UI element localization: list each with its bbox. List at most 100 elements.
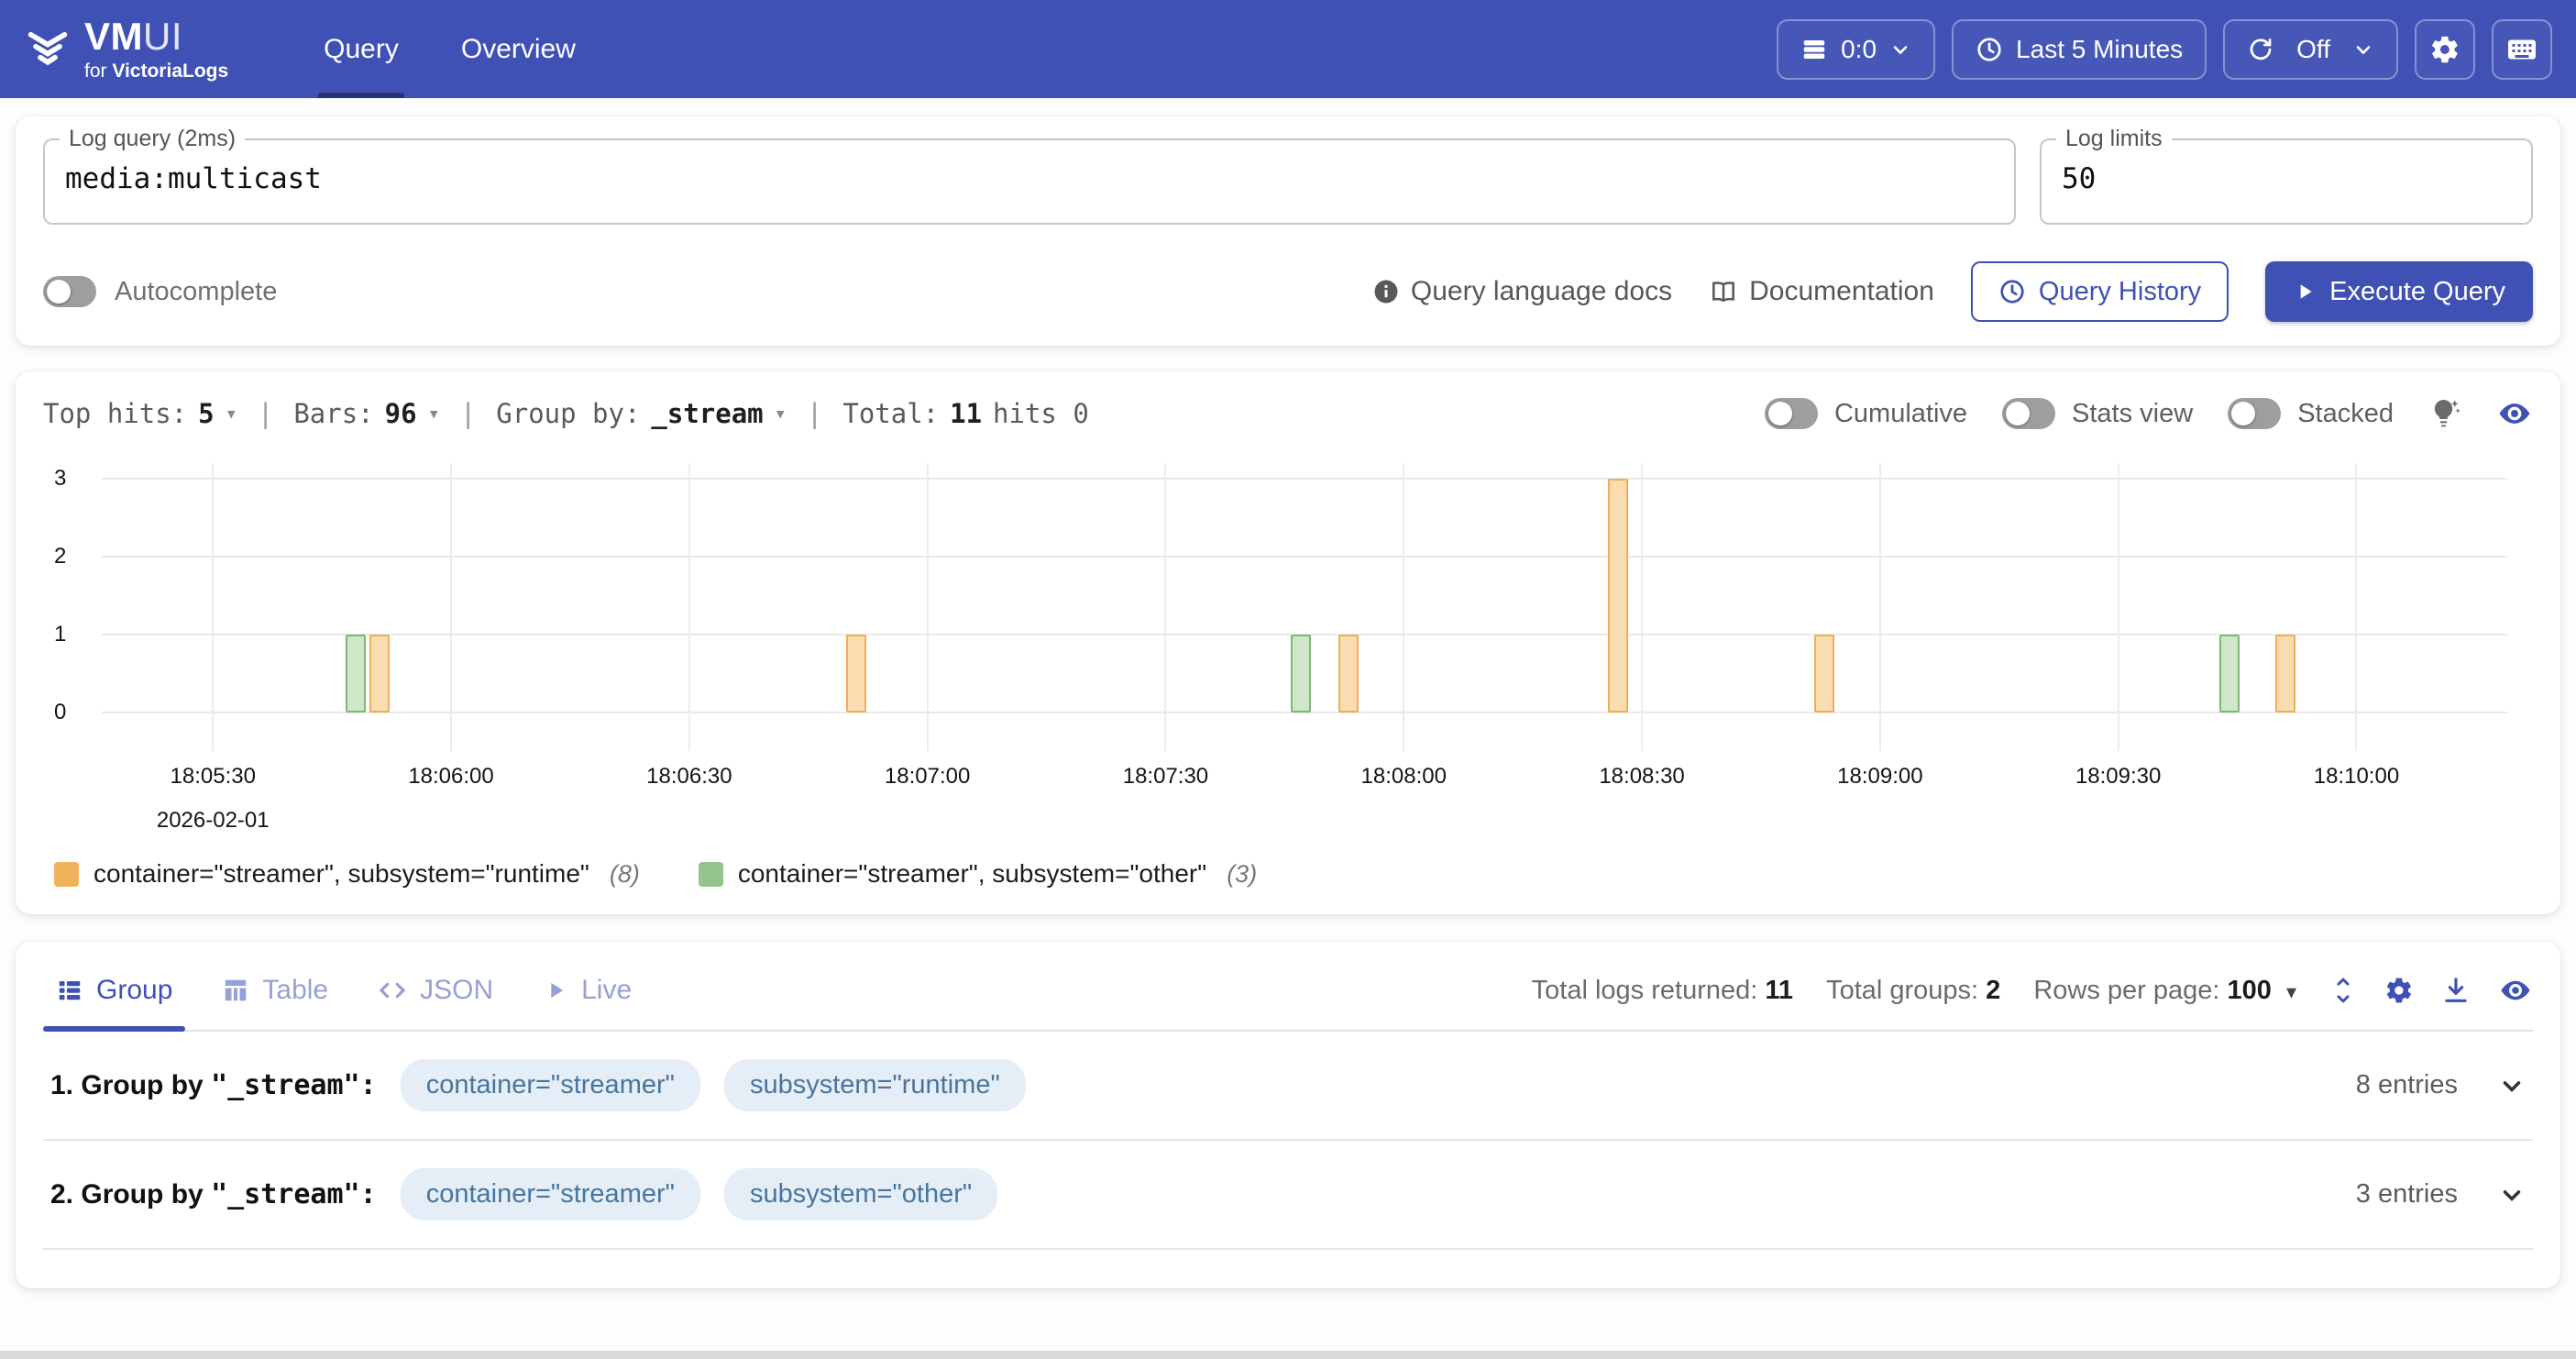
navbar: VMUI for VictoriaLogs Query Overview 0:0… (0, 0, 2576, 98)
tab-json[interactable]: JSON (365, 951, 506, 1030)
autocomplete-toggle[interactable] (43, 276, 96, 307)
settings-button[interactable] (2415, 19, 2475, 80)
chart-plot[interactable]: 012318:05:302026-02-0118:06:0018:06:3018… (102, 463, 2507, 713)
y-gridline (102, 478, 2507, 480)
main-nav: Query Overview (292, 0, 607, 98)
tenant-value: 0:0 (1841, 35, 1877, 64)
fields-visibility-button[interactable] (2498, 973, 2533, 1008)
book-icon (1709, 277, 1738, 306)
stream-pill[interactable]: container="streamer" (401, 1059, 700, 1111)
chart-panel: Top hits: 5 ▾ | Bars: 96 ▾ | Group by: _… (16, 371, 2560, 914)
x-tick-label: 18:09:30 (2075, 764, 2161, 790)
tab-live[interactable]: Live (530, 951, 644, 1030)
chart-bar (1814, 635, 1834, 713)
lightbulb-sparkle-icon (2428, 397, 2461, 430)
legend-swatch-other (699, 862, 723, 887)
chevron-down-icon: ▾ (226, 403, 237, 425)
chevron-down-icon (1889, 39, 1911, 61)
legend-item-other[interactable]: container="streamer", subsystem="other" … (699, 859, 1257, 889)
x-gridline (1403, 463, 1404, 751)
chevron-down-icon: ▾ (2286, 980, 2296, 1003)
stream-pill[interactable]: subsystem="other" (724, 1168, 997, 1221)
execute-query-button[interactable]: Execute Query (2265, 261, 2533, 322)
nav-tab-overview-label: Overview (461, 34, 576, 65)
x-tick-label: 18:05:30 (171, 764, 256, 790)
app-title: VMUI (84, 17, 228, 56)
query-history-button[interactable]: Query History (1971, 261, 2229, 322)
tips-button[interactable] (2428, 397, 2461, 430)
cumulative-toggle[interactable] (1765, 398, 1818, 429)
gear-icon (2384, 976, 2414, 1005)
stats-view-label: Stats view (2072, 399, 2193, 429)
total-hits-readout: Total: 11 hits 0 (842, 398, 1088, 429)
y-tick-label: 2 (54, 544, 66, 569)
chart-legend: container="streamer", subsystem="runtime… (54, 859, 2533, 889)
log-limits-input[interactable] (2062, 162, 2511, 195)
shortcuts-button[interactable] (2492, 19, 2552, 80)
chart-bar (1291, 635, 1311, 713)
stream-pill[interactable]: subsystem="runtime" (724, 1059, 1026, 1111)
clock-icon (1976, 36, 2003, 63)
nav-tab-overview[interactable]: Overview (430, 0, 607, 98)
stats-view-toggle[interactable] (2002, 398, 2055, 429)
table-icon (222, 977, 249, 1004)
bars-selector[interactable]: Bars: 96 ▾ (293, 398, 439, 429)
refresh-icon (2247, 36, 2274, 63)
chevron-down-icon: ▾ (428, 403, 440, 425)
time-range-button[interactable]: Last 5 Minutes (1952, 19, 2207, 80)
separator: | (460, 398, 476, 429)
y-tick-label: 3 (54, 466, 66, 492)
display-settings-button[interactable] (2384, 976, 2414, 1005)
expand-all-button[interactable] (2329, 977, 2357, 1004)
log-query-fieldset: Log query (2ms) (43, 138, 2016, 225)
unfold-icon (2329, 977, 2357, 1004)
cumulative-label: Cumulative (1834, 399, 1967, 429)
tab-table[interactable]: Table (209, 951, 341, 1030)
stream-pill[interactable]: container="streamer" (401, 1168, 700, 1221)
legend-item-runtime[interactable]: container="streamer", subsystem="runtime… (54, 859, 640, 889)
code-icon (378, 976, 407, 1005)
expand-group-chevron[interactable] (2498, 1181, 2526, 1209)
x-gridline (212, 463, 214, 751)
separator: | (807, 398, 822, 429)
x-tick-label: 18:07:00 (885, 764, 970, 790)
autorefresh-value: Off (2287, 35, 2339, 64)
tenant-selector-button[interactable]: 0:0 (1777, 19, 1935, 80)
rows-per-page-selector[interactable]: Rows per page: 100 ▾ (2033, 976, 2296, 1006)
group-row-title: 1. Group by "_stream": (50, 1069, 377, 1101)
x-gridline (1641, 463, 1643, 751)
play-icon (2293, 280, 2317, 304)
stacked-toggle[interactable] (2228, 398, 2281, 429)
group-by-selector[interactable]: Group by: _stream ▾ (496, 398, 787, 429)
query-language-docs-link[interactable]: Query language docs (1372, 276, 1672, 307)
server-stack-icon (1800, 36, 1828, 63)
nav-tab-query-label: Query (324, 34, 399, 65)
app-logo[interactable]: VMUI for VictoriaLogs (24, 0, 256, 98)
log-query-input[interactable] (65, 162, 1994, 195)
history-clock-icon (1998, 278, 2026, 305)
x-gridline (1164, 463, 1166, 751)
horizontal-scrollbar-track[interactable] (0, 1351, 2576, 1359)
top-hits-selector[interactable]: Top hits: 5 ▾ (43, 398, 237, 429)
separator: | (258, 398, 273, 429)
expand-group-chevron[interactable] (2498, 1072, 2526, 1099)
documentation-link[interactable]: Documentation (1709, 276, 1934, 307)
keyboard-icon (2505, 33, 2538, 66)
eye-icon (2496, 395, 2533, 432)
download-button[interactable] (2441, 976, 2471, 1005)
gear-icon (2429, 34, 2460, 65)
x-gridline (927, 463, 929, 751)
group-row-1: 1. Group by "_stream": container="stream… (43, 1032, 2533, 1141)
autorefresh-button[interactable]: Off (2223, 19, 2398, 80)
app-subtitle: for VictoriaLogs (84, 61, 228, 81)
nav-tab-query[interactable]: Query (292, 0, 430, 98)
x-tick-label: 18:06:30 (646, 764, 732, 790)
x-tick-label: 18:07:30 (1123, 764, 1208, 790)
group-row-2: 2. Group by "_stream": container="stream… (43, 1141, 2533, 1250)
chart-bar (346, 635, 366, 713)
chart-visibility-button[interactable] (2496, 395, 2533, 432)
autocomplete-label: Autocomplete (115, 277, 277, 307)
x-tick-label: 18:10:00 (2314, 764, 2399, 790)
tab-group[interactable]: Group (43, 951, 185, 1030)
results-panel: Group Table JSON Live (16, 942, 2560, 1288)
